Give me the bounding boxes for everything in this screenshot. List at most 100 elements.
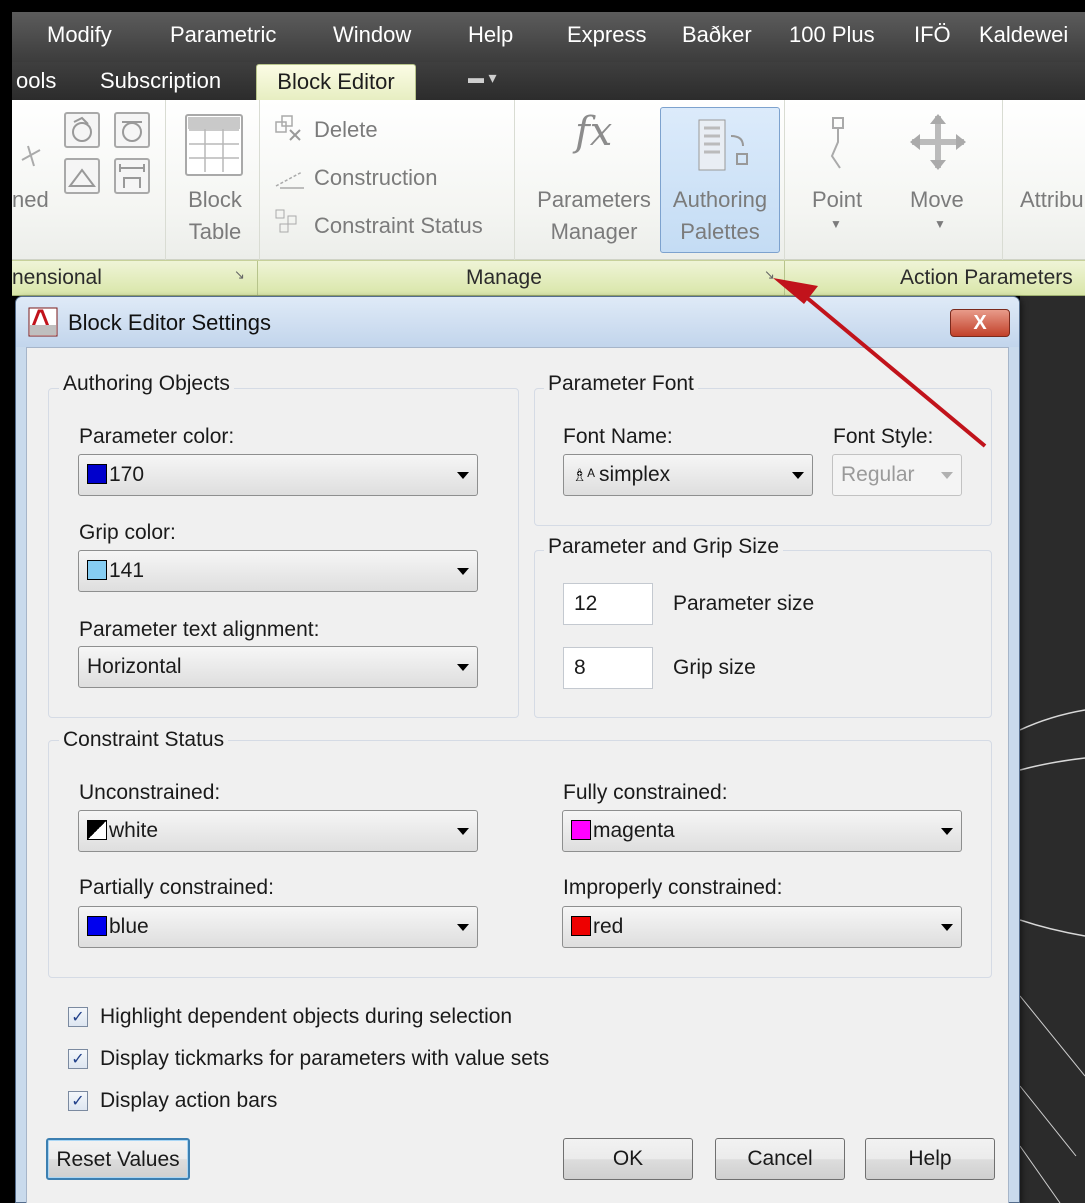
display-action-bars-checkbox[interactable]: ✓ [68, 1091, 88, 1111]
chevron-down-icon [941, 472, 953, 479]
tab-subscription[interactable]: Subscription [100, 68, 221, 94]
improperly-constrained-label: Improperly constrained: [563, 876, 783, 899]
menu-help[interactable]: Help [468, 22, 513, 48]
panel-manage-label: Manage [466, 266, 542, 289]
block-table-label-2: Table [188, 219, 242, 244]
block-table-label-1: Block [188, 187, 242, 212]
tab-tools[interactable]: ools [16, 68, 56, 94]
authoring-palettes-label-1: Authoring [672, 187, 768, 212]
ribbon-panel: ned Block Table Delete Construction Cons… [12, 100, 1085, 260]
highlight-dependent-label: Highlight dependent objects during selec… [100, 1005, 513, 1028]
tangent-constraint-icon[interactable] [114, 112, 150, 148]
font-name-dropdown[interactable]: ♗ᴬ simplex [563, 454, 813, 496]
authoring-palettes-label-2: Palettes [680, 219, 760, 244]
grip-color-dropdown[interactable]: 141 [78, 550, 478, 592]
constraint-status-icon [275, 209, 297, 233]
display-tickmarks-label: Display tickmarks for parameters with va… [100, 1047, 550, 1070]
menu-kaldewei[interactable]: Kaldewei [979, 22, 1068, 48]
ribbon-separator [165, 100, 166, 260]
parameter-color-dropdown[interactable]: 170 [78, 454, 478, 496]
menu-modify[interactable]: Modify [47, 22, 112, 48]
dialog-title-bar[interactable]: Block Editor Settings X [16, 297, 1019, 347]
dimensional-launcher-icon[interactable]: ↘ [234, 267, 245, 283]
construction-button[interactable]: Construction [314, 162, 438, 194]
block-table-icon[interactable] [185, 114, 243, 176]
text-alignment-dropdown[interactable]: Horizontal [78, 646, 478, 688]
menu-parametric[interactable]: Parametric [170, 22, 276, 48]
block-editor-settings-dialog: Block Editor Settings X Authoring Object… [15, 296, 1020, 1203]
improperly-constrained-value: red [593, 915, 624, 938]
font-style-value: Regular [841, 463, 915, 486]
ok-button[interactable]: OK [563, 1138, 693, 1180]
linear-constraint-icon[interactable] [64, 158, 100, 194]
cancel-button[interactable]: Cancel [715, 1138, 845, 1180]
grip-color-label: Grip color: [79, 521, 176, 544]
authoring-objects-title: Authoring Objects [59, 372, 234, 396]
partially-constrained-swatch [87, 916, 107, 936]
constraint-status-button[interactable]: Constraint Status [314, 210, 483, 242]
help-button[interactable]: Help [865, 1138, 995, 1180]
display-tickmarks-checkbox[interactable]: ✓ [68, 1049, 88, 1069]
manage-dialog-launcher-icon[interactable]: ↘ [764, 267, 775, 283]
ribbon-separator [1002, 100, 1003, 260]
fully-constrained-label: Fully constrained: [563, 781, 728, 804]
menu-window[interactable]: Window [333, 22, 411, 48]
menu-express[interactable]: Express [567, 22, 646, 48]
geometric-constraint-icon[interactable] [64, 112, 100, 148]
chevron-down-icon [457, 568, 469, 575]
menu-bar: Modify Parametric Window Help Express Ba… [12, 12, 1085, 62]
menu-badker[interactable]: Baðker [682, 22, 752, 48]
partially-constrained-value: blue [109, 915, 149, 938]
move-dropdown-icon[interactable]: ▼ [934, 208, 946, 240]
authoring-palettes-button[interactable]: Authoring Palettes [660, 107, 780, 253]
grip-color-value: 141 [109, 559, 145, 582]
fully-constrained-dropdown[interactable]: magenta [562, 810, 962, 852]
ribbon-tab-row: ools Subscription Block Editor ▬ ▾ [12, 62, 1085, 100]
menu-ifo[interactable]: IFÖ [914, 22, 951, 48]
panel-action-parameters-label: Action Parameters [900, 266, 1073, 289]
delete-button[interactable]: Delete [314, 114, 378, 146]
improperly-constrained-dropdown[interactable]: red [562, 906, 962, 948]
menu-100-plus[interactable]: 100 Plus [789, 22, 875, 48]
ribbon-dimensional-label[interactable]: ned [12, 184, 49, 216]
attribute-button[interactable]: Attribu [1020, 184, 1084, 216]
dialog-close-button[interactable]: X [950, 309, 1010, 337]
tab-overflow-icon[interactable]: ▬ ▾ [468, 68, 496, 88]
construction-icon [275, 171, 304, 189]
window-frame-top [0, 0, 1085, 12]
block-table-button[interactable]: Block Table [185, 184, 245, 248]
parameter-size-input[interactable]: 12 [563, 583, 653, 625]
font-style-dropdown[interactable]: Regular [832, 454, 962, 496]
grip-size-input[interactable]: 8 [563, 647, 653, 689]
delete-icon [275, 115, 301, 141]
reset-values-button[interactable]: Reset Values [46, 1138, 190, 1180]
move-action-icon [910, 114, 966, 170]
authoring-palettes-icon [698, 119, 748, 171]
unconstrained-label: Unconstrained: [79, 781, 221, 804]
partially-constrained-dropdown[interactable]: blue [78, 906, 478, 948]
highlight-dependent-checkbox[interactable]: ✓ [68, 1007, 88, 1027]
drawing-area[interactable] [1019, 296, 1085, 1203]
font-name-value: simplex [598, 463, 671, 486]
fully-constrained-swatch [571, 820, 591, 840]
parameters-manager-button[interactable]: Parameters Manager [534, 184, 654, 248]
tab-block-editor[interactable]: Block Editor [256, 64, 416, 100]
fx-icon: fx [575, 109, 613, 155]
parameter-grip-size-group [534, 550, 992, 718]
unconstrained-swatch [87, 820, 107, 840]
point-dropdown-icon[interactable]: ▼ [830, 208, 842, 240]
improperly-constrained-selection: red [571, 915, 623, 939]
grip-color-swatch [87, 560, 107, 580]
point-parameter-icon [830, 117, 844, 169]
fully-constrained-value: magenta [593, 819, 675, 842]
display-action-bars-label: Display action bars [100, 1089, 278, 1112]
unconstrained-selection: white [87, 819, 158, 843]
aligned-constraint-icon[interactable] [114, 158, 150, 194]
unconstrained-dropdown[interactable]: white [78, 810, 478, 852]
chevron-down-icon [941, 924, 953, 931]
panel-dimensional-label: nensional [12, 266, 102, 289]
parameter-color-swatch [87, 464, 107, 484]
ribbon-separator [784, 100, 785, 260]
chevron-down-icon [792, 472, 804, 479]
parameter-color-label: Parameter color: [79, 425, 235, 448]
